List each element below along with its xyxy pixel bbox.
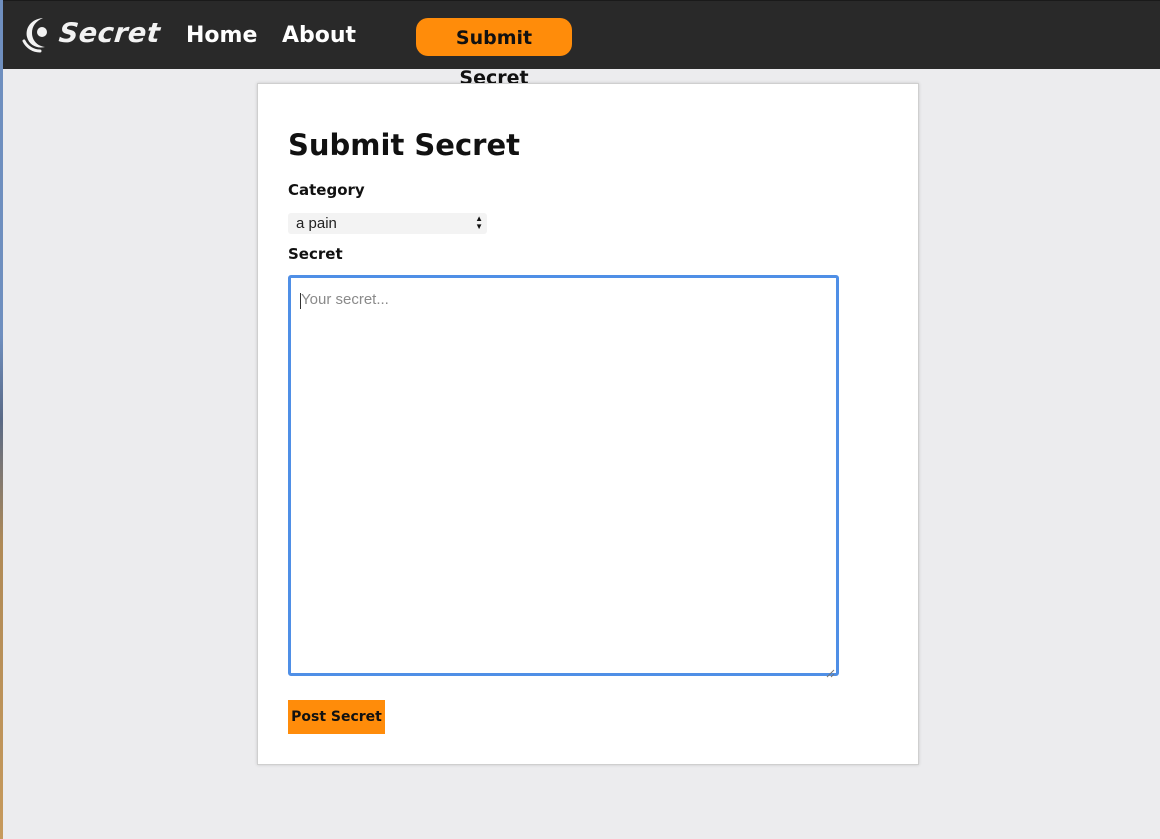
- secret-placeholder: Your secret...: [301, 291, 389, 308]
- secret-label: Secret: [288, 245, 343, 263]
- logo-text: Secret: [57, 17, 162, 49]
- logo[interactable]: Secret: [21, 11, 162, 55]
- navbar: Secret Home About Submit Secret: [3, 0, 1160, 89]
- resize-grip-icon[interactable]: [826, 663, 835, 678]
- desktop-edge: [0, 0, 3, 839]
- category-select[interactable]: a pain ▲ ▼: [288, 213, 487, 234]
- post-secret-button[interactable]: Post Secret: [288, 700, 385, 734]
- page-title: Submit Secret: [288, 128, 520, 162]
- up-down-arrows-icon: ▲ ▼: [475, 214, 483, 231]
- category-label: Category: [288, 181, 365, 199]
- secret-textarea[interactable]: Your secret...: [288, 275, 839, 678]
- page: Secret Home About Submit Secret Submit S…: [0, 0, 1160, 839]
- crescent-logo-icon: [21, 13, 55, 53]
- nav-submit-secret-button[interactable]: Submit Secret: [416, 18, 572, 89]
- nav-link-home[interactable]: Home: [186, 19, 257, 53]
- submit-form-card: Submit Secret Category a pain ▲ ▼ Secret …: [257, 83, 919, 765]
- nav-link-about[interactable]: About: [282, 19, 356, 53]
- category-selected-value: a pain: [296, 215, 337, 232]
